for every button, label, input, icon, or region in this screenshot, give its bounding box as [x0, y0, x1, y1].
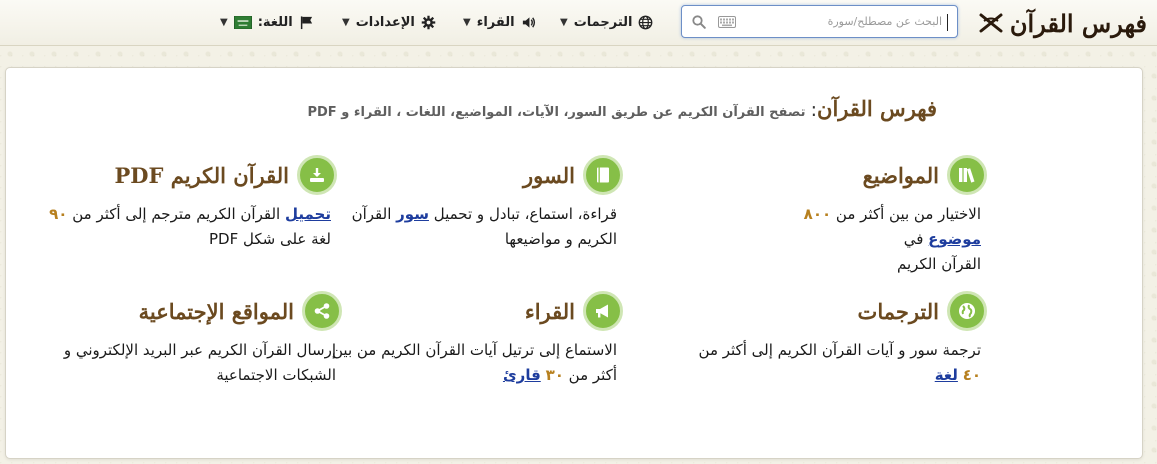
reciters-desc-text: الاستماع إلى ترتيل آيات القرآن الكريم من… [332, 341, 617, 359]
card-suras: السور قراءة، استماع، تبادل و تحميل سور ا… [323, 154, 623, 252]
translations-link[interactable]: لغة [935, 366, 958, 384]
search-icon[interactable] [692, 15, 706, 29]
topics-icon-circle[interactable] [947, 155, 987, 195]
volume-icon [522, 16, 535, 28]
card-pdf-title[interactable]: القرآن الكريم PDF [115, 163, 289, 188]
card-translations: الترجمات ترجمة سور و آيات القرآن الكريم … [657, 290, 987, 388]
chevron-down-icon: ▼ [220, 16, 228, 28]
language-menu[interactable]: اللغة: ▼ [220, 13, 314, 31]
topics-link[interactable]: موضوع [928, 230, 981, 248]
card-topics-desc: الاختيار من بين أكثر من ٨٠٠ موضوع في الق… [747, 202, 987, 277]
reciters-menu-label: القراء [476, 14, 515, 30]
reciters-desc-text-2: أكثر من [568, 366, 617, 384]
keyboard-icon[interactable] [718, 16, 736, 28]
card-social-head[interactable]: المواقع الإجتماعية [22, 290, 342, 332]
globe-icon [959, 303, 975, 319]
share-icon [314, 303, 330, 319]
social-desc-text: إرسال القرآن الكريم عبر البريد الإلكترون… [63, 341, 336, 359]
card-topics-title[interactable]: المواضيع [863, 163, 939, 188]
intro-line: فهرس القرآن: تصفح القرآن الكريم عن طريق … [307, 96, 937, 121]
suras-link[interactable]: سور [396, 205, 429, 223]
megaphone-icon [596, 304, 608, 318]
books-icon [959, 168, 975, 183]
pdf-lang-count: ٩٠ [49, 205, 68, 223]
suras-desc-text-3: الكريم و مواضيعها [504, 230, 617, 248]
card-suras-head[interactable]: السور [323, 154, 623, 196]
reciters-icon-circle[interactable] [583, 291, 623, 331]
top-navbar: فهرس القرآن البحث عن مصطلح/سورة الترجمات… [0, 0, 1157, 46]
translations-icon-circle[interactable] [947, 291, 987, 331]
card-pdf-desc: تحميل القرآن الكريم مترجم إلى أكثر من ٩٠… [37, 202, 337, 252]
card-reciters: القراء الاستماع إلى ترتيل آيات القرآن ال… [293, 290, 623, 388]
chevron-down-icon: ▼ [463, 16, 471, 28]
search-box[interactable]: البحث عن مصطلح/سورة [681, 5, 958, 38]
pdf-desc-text-2: لغة على شكل PDF [208, 230, 331, 248]
card-suras-title[interactable]: السور [523, 163, 575, 188]
chevron-down-icon: ▼ [560, 16, 568, 28]
card-topics-head[interactable]: المواضيع [747, 154, 987, 196]
social-icon-circle[interactable] [302, 291, 342, 331]
card-social-title[interactable]: المواقع الإجتماعية [139, 299, 294, 324]
settings-menu[interactable]: الإعدادات ▼ [342, 13, 436, 31]
translations-menu[interactable]: الترجمات ▼ [560, 13, 653, 31]
brand-logo-link[interactable]: فهرس القرآن [978, 4, 1147, 42]
card-translations-title[interactable]: الترجمات [858, 299, 939, 324]
pdf-desc-text: القرآن الكريم مترجم إلى أكثر من [72, 205, 281, 223]
settings-menu-label: الإعدادات [355, 14, 415, 30]
gear-icon [421, 15, 436, 29]
topics-desc-text: الاختيار من بين أكثر من [835, 205, 981, 223]
download-icon [310, 168, 324, 182]
saudi-flag-icon [233, 15, 252, 29]
card-pdf: القرآن الكريم PDF تحميل القرآن الكريم مت… [37, 154, 337, 252]
brand-title: فهرس القرآن [1009, 8, 1147, 38]
card-social-desc: إرسال القرآن الكريم عبر البريد الإلكترون… [22, 338, 342, 388]
intro-text: تصفح القرآن الكريم عن طريق السور، الآيات… [307, 105, 806, 120]
translations-desc-text: ترجمة سور و آيات القرآن الكريم إلى أكثر … [698, 341, 981, 359]
topics-desc-text-3: القرآن الكريم [896, 255, 981, 273]
topics-count: ٨٠٠ [803, 205, 832, 223]
suras-desc-text-2: القرآن [351, 205, 392, 223]
pdf-download-link[interactable]: تحميل [285, 205, 331, 223]
card-reciters-head[interactable]: القراء [293, 290, 623, 332]
card-translations-head[interactable]: الترجمات [657, 290, 987, 332]
suras-desc-text: قراءة، استماع، تبادل و تحميل [433, 205, 617, 223]
translations-lang-count: ٤٠ [962, 366, 981, 384]
quran-stand-icon [979, 13, 1003, 33]
text-cursor [947, 14, 948, 31]
social-desc-text-2: الشبكات الاجتماعية [216, 366, 336, 384]
intro-title: فهرس القرآن [817, 96, 937, 121]
card-reciters-title[interactable]: القراء [525, 299, 575, 324]
card-topics: المواضيع الاختيار من بين أكثر من ٨٠٠ موض… [747, 154, 987, 277]
language-menu-label: اللغة: [257, 14, 293, 30]
pdf-icon-circle[interactable] [297, 155, 337, 195]
translations-menu-label: الترجمات [573, 14, 633, 30]
card-social: المواقع الإجتماعية إرسال القرآن الكريم ع… [22, 290, 342, 388]
card-reciters-desc: الاستماع إلى ترتيل آيات القرآن الكريم من… [293, 338, 623, 388]
card-suras-desc: قراءة، استماع، تبادل و تحميل سور القرآن … [323, 202, 623, 252]
topics-desc-text-2: في [903, 230, 924, 248]
card-pdf-head[interactable]: القرآن الكريم PDF [37, 154, 337, 196]
flag-icon [300, 15, 312, 29]
suras-icon-circle[interactable] [583, 155, 623, 195]
reciters-count: ٣٠ [545, 366, 564, 384]
reciters-link[interactable]: قارئ [503, 366, 541, 384]
chevron-down-icon: ▼ [342, 16, 350, 28]
globe-icon [639, 15, 653, 29]
reciters-menu[interactable]: القراء ▼ [463, 13, 536, 31]
search-input[interactable]: البحث عن مصطلح/سورة [828, 15, 942, 28]
card-translations-desc: ترجمة سور و آيات القرآن الكريم إلى أكثر … [657, 338, 987, 388]
book-icon [597, 167, 609, 183]
